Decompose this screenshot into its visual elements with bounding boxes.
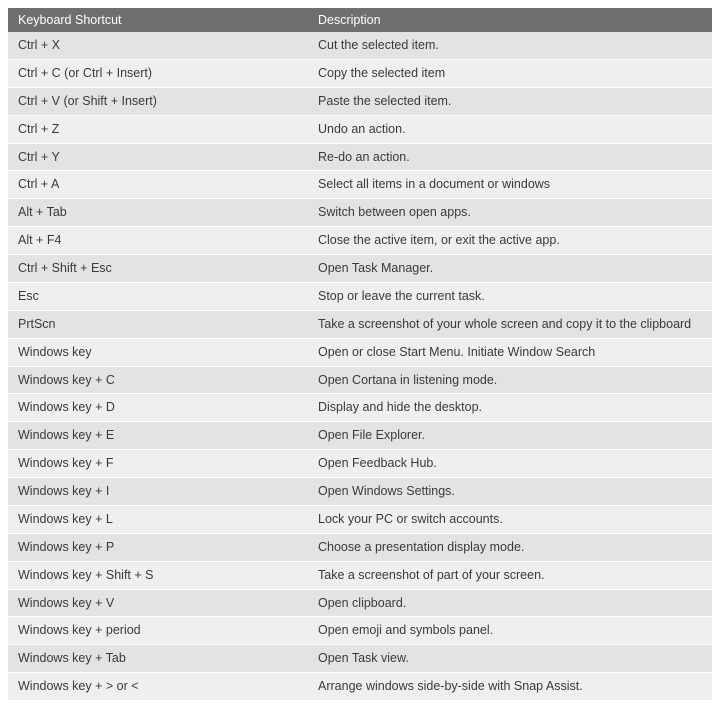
cell-description: Open File Explorer.	[308, 422, 712, 450]
cell-description: Undo an action.	[308, 115, 712, 143]
cell-description: Take a screenshot of your whole screen a…	[308, 310, 712, 338]
table-row: Ctrl + XCut the selected item.	[8, 32, 712, 59]
cell-shortcut: PrtScn	[8, 310, 308, 338]
cell-description: Close the active item, or exit the activ…	[308, 227, 712, 255]
cell-shortcut: Windows key + L	[8, 505, 308, 533]
table-row: Windows key + LLock your PC or switch ac…	[8, 505, 712, 533]
cell-description: Cut the selected item.	[308, 32, 712, 59]
cell-shortcut: Alt + Tab	[8, 199, 308, 227]
cell-shortcut: Windows key + P	[8, 533, 308, 561]
table-row: Windows key + > or <Arrange windows side…	[8, 673, 712, 701]
cell-shortcut: Windows key + D	[8, 394, 308, 422]
cell-description: Open Windows Settings.	[308, 478, 712, 506]
cell-shortcut: Windows key + F	[8, 450, 308, 478]
cell-shortcut: Ctrl + C (or Ctrl + Insert)	[8, 59, 308, 87]
table-row: Ctrl + C (or Ctrl + Insert)Copy the sele…	[8, 59, 712, 87]
cell-shortcut: Windows key + V	[8, 589, 308, 617]
cell-shortcut: Windows key	[8, 338, 308, 366]
table-row: Ctrl + ASelect all items in a document o…	[8, 171, 712, 199]
cell-description: Open Task Manager.	[308, 255, 712, 283]
table-row: Windows key + FOpen Feedback Hub.	[8, 450, 712, 478]
cell-shortcut: Windows key + C	[8, 366, 308, 394]
table-row: Windows key + VOpen clipboard.	[8, 589, 712, 617]
table-row: Windows key + DDisplay and hide the desk…	[8, 394, 712, 422]
cell-shortcut: Alt + F4	[8, 227, 308, 255]
cell-description: Take a screenshot of part of your screen…	[308, 561, 712, 589]
cell-description: Copy the selected item	[308, 59, 712, 87]
table-row: Alt + TabSwitch between open apps.	[8, 199, 712, 227]
header-shortcut: Keyboard Shortcut	[8, 8, 308, 32]
cell-description: Open clipboard.	[308, 589, 712, 617]
shortcut-table-wrapper: Keyboard Shortcut Description Ctrl + XCu…	[0, 0, 720, 709]
cell-shortcut: Windows key + > or <	[8, 673, 308, 701]
cell-description: Open Cortana in listening mode.	[308, 366, 712, 394]
cell-description: Arrange windows side-by-side with Snap A…	[308, 673, 712, 701]
cell-description: Display and hide the desktop.	[308, 394, 712, 422]
table-row: Windows key + COpen Cortana in listening…	[8, 366, 712, 394]
table-row: Ctrl + YRe-do an action.	[8, 143, 712, 171]
table-row: Windows keyOpen or close Start Menu. Ini…	[8, 338, 712, 366]
table-row: EscStop or leave the current task.	[8, 282, 712, 310]
table-row: Ctrl + Shift + EscOpen Task Manager.	[8, 255, 712, 283]
table-header-row: Keyboard Shortcut Description	[8, 8, 712, 32]
table-row: Windows key + EOpen File Explorer.	[8, 422, 712, 450]
cell-shortcut: Esc	[8, 282, 308, 310]
cell-description: Lock your PC or switch accounts.	[308, 505, 712, 533]
table-row: Ctrl + V (or Shift + Insert)Paste the se…	[8, 87, 712, 115]
cell-shortcut: Windows key + Tab	[8, 645, 308, 673]
cell-shortcut: Ctrl + Y	[8, 143, 308, 171]
cell-description: Select all items in a document or window…	[308, 171, 712, 199]
cell-shortcut: Ctrl + Shift + Esc	[8, 255, 308, 283]
table-row: Alt + F4Close the active item, or exit t…	[8, 227, 712, 255]
cell-description: Switch between open apps.	[308, 199, 712, 227]
cell-shortcut: Ctrl + X	[8, 32, 308, 59]
cell-shortcut: Windows key + I	[8, 478, 308, 506]
cell-description: Choose a presentation display mode.	[308, 533, 712, 561]
table-row: Ctrl + ZUndo an action.	[8, 115, 712, 143]
cell-shortcut: Windows key + E	[8, 422, 308, 450]
table-row: Windows key + PChoose a presentation dis…	[8, 533, 712, 561]
header-description: Description	[308, 8, 712, 32]
cell-shortcut: Windows key + Shift + S	[8, 561, 308, 589]
cell-description: Paste the selected item.	[308, 87, 712, 115]
table-row: Windows key + Shift + STake a screenshot…	[8, 561, 712, 589]
cell-description: Open or close Start Menu. Initiate Windo…	[308, 338, 712, 366]
cell-description: Re-do an action.	[308, 143, 712, 171]
table-row: Windows key + TabOpen Task view.	[8, 645, 712, 673]
cell-shortcut: Ctrl + V (or Shift + Insert)	[8, 87, 308, 115]
cell-shortcut: Ctrl + Z	[8, 115, 308, 143]
shortcut-table: Keyboard Shortcut Description Ctrl + XCu…	[8, 8, 712, 701]
table-row: Windows key + IOpen Windows Settings.	[8, 478, 712, 506]
cell-description: Open Task view.	[308, 645, 712, 673]
cell-description: Open Feedback Hub.	[308, 450, 712, 478]
cell-shortcut: Ctrl + A	[8, 171, 308, 199]
table-row: PrtScnTake a screenshot of your whole sc…	[8, 310, 712, 338]
cell-description: Stop or leave the current task.	[308, 282, 712, 310]
